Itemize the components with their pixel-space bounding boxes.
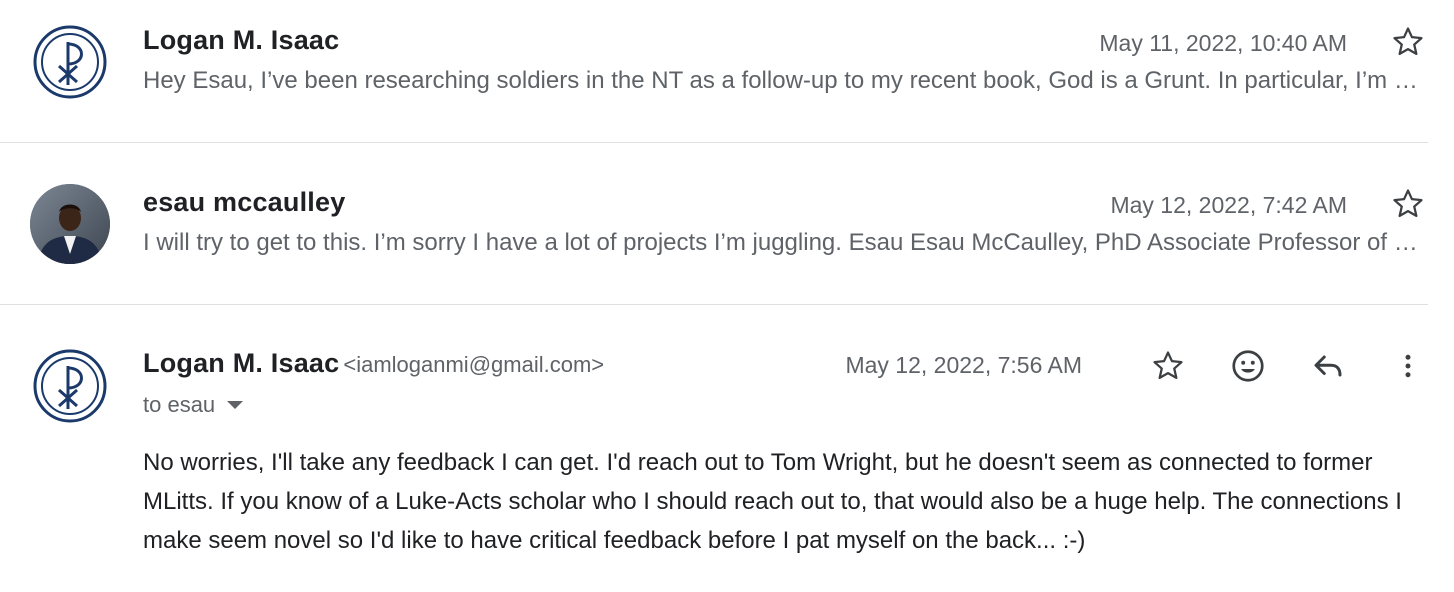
message-body: No worries, I'll take any feedback I can… [143,449,1402,554]
star-icon [1153,351,1183,380]
reply-button[interactable] [1308,346,1348,386]
avatar[interactable] [30,346,110,426]
chevron-down-icon [227,401,244,409]
reply-icon [1314,355,1342,377]
add-reaction-button[interactable] [1228,346,1268,386]
email-thread: Logan M. Isaac May 11, 2022, 10:40 AM He… [0,0,1454,592]
expanded-message: Logan M. Isaac <iamloganmi@gmail.com> May… [0,0,1428,592]
emoji-icon [1232,350,1264,382]
recipients-label: to esau [143,392,216,417]
chi-rho-logo-icon [33,349,107,423]
sender-name[interactable]: Logan M. Isaac [143,348,339,378]
more-options-button[interactable] [1388,346,1428,386]
sender-header: Logan M. Isaac <iamloganmi@gmail.com> [143,348,604,379]
sender-email: <iamloganmi@gmail.com> [343,352,605,377]
more-vert-icon [1405,354,1411,378]
star-button[interactable] [1148,346,1188,386]
message-date: May 12, 2022, 7:56 AM [845,352,1082,378]
recipients-toggle[interactable]: to esau [143,392,244,418]
